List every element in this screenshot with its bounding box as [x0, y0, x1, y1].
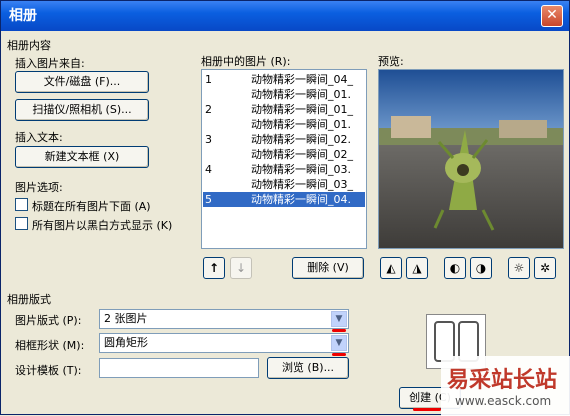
list-item-filename: 动物精彩一瞬间_01_ — [251, 103, 353, 116]
preview-label: 预览: — [378, 55, 404, 68]
black-white-label: 所有图片以黑白方式显示 (K) — [32, 219, 173, 232]
frame-shape-value: 圆角矩形 — [104, 336, 148, 349]
brightness-down-icon[interactable]: ✲ — [534, 257, 556, 279]
list-item-filename: 动物精彩一瞬间_04. — [251, 193, 351, 206]
watermark-url: www.easck.com — [455, 394, 552, 408]
move-down-button[interactable]: ↓ — [230, 257, 252, 279]
list-item-number: 5 — [205, 193, 212, 206]
list-item[interactable]: 5 动物精彩一瞬间_04. — [203, 192, 365, 207]
list-item-number: 1 — [205, 73, 212, 86]
album-content-group-label: 相册内容 — [7, 39, 51, 52]
insert-text-label: 插入文本: — [15, 131, 63, 144]
red-annotation-mark — [332, 353, 346, 356]
contrast-up-icon[interactable]: ◐ — [444, 257, 466, 279]
list-item-number: 3 — [205, 133, 212, 146]
new-textbox-button[interactable]: 新建文本框 (X) — [15, 146, 149, 168]
watermark-title: 易采站长站 — [447, 367, 558, 393]
browse-button[interactable]: 浏览 (B)... — [267, 357, 349, 379]
preview-pane — [378, 69, 564, 249]
picture-layout-value: 2 张图片 — [104, 312, 148, 325]
list-item[interactable]: 4 动物精彩一瞬间_03. — [203, 162, 365, 177]
rotate-right-icon[interactable]: ◮ — [406, 257, 428, 279]
picture-layout-label: 图片版式 (P): — [15, 314, 82, 327]
chevron-down-icon[interactable]: ▼ — [331, 335, 347, 351]
caption-below-checkbox[interactable] — [15, 198, 28, 211]
title-bar: 相册 — [1, 1, 569, 31]
preview-image — [379, 70, 563, 248]
design-template-label: 设计模板 (T): — [15, 364, 82, 377]
watermark: 易采站长站 www.easck.com — [441, 356, 570, 416]
caption-below-label: 标题在所有图片下面 (A) — [32, 200, 151, 213]
list-item-filename: 动物精彩一瞬间_01. — [251, 88, 351, 101]
list-item[interactable]: 动物精彩一瞬间_02_ — [203, 147, 365, 162]
brightness-up-icon[interactable]: ☼ — [508, 257, 530, 279]
list-item-number: 2 — [205, 103, 212, 116]
list-item-filename: 动物精彩一瞬间_02. — [251, 133, 351, 146]
picture-options-label: 图片选项: — [15, 181, 63, 194]
delete-button[interactable]: 删除 (V) — [292, 257, 364, 279]
close-icon[interactable]: ✕ — [541, 5, 563, 27]
window-title: 相册 — [9, 8, 37, 24]
list-item[interactable]: 2 动物精彩一瞬间_01_ — [203, 102, 365, 117]
list-item[interactable]: 动物精彩一瞬间_03_ — [203, 177, 365, 192]
list-item-filename: 动物精彩一瞬间_01. — [251, 118, 351, 131]
rotate-left-icon[interactable]: ◭ — [380, 257, 402, 279]
frame-shape-select[interactable]: 圆角矩形 ▼ — [99, 333, 349, 353]
list-item[interactable]: 动物精彩一瞬间_01. — [203, 117, 365, 132]
list-item-filename: 动物精彩一瞬间_03_ — [251, 178, 353, 191]
contrast-down-icon[interactable]: ◑ — [470, 257, 492, 279]
list-item[interactable]: 3 动物精彩一瞬间_02. — [203, 132, 365, 147]
frame-shape-label: 相框形状 (M): — [15, 339, 85, 352]
insert-from-label: 插入图片来自: — [15, 57, 85, 70]
pictures-listbox[interactable]: 1 动物精彩一瞬间_04_ 动物精彩一瞬间_01. 2 动物精彩一瞬间_01_ 动物精彩一… — [201, 69, 367, 249]
black-white-checkbox[interactable] — [15, 217, 28, 230]
move-up-button[interactable]: ↑ — [203, 257, 225, 279]
list-item[interactable]: 1 动物精彩一瞬间_04_ — [203, 72, 365, 87]
list-item-filename: 动物精彩一瞬间_02_ — [251, 148, 353, 161]
chevron-down-icon[interactable]: ▼ — [331, 311, 347, 327]
design-template-field[interactable] — [99, 358, 259, 378]
picture-layout-select[interactable]: 2 张图片 ▼ — [99, 309, 349, 329]
album-layout-group-label: 相册版式 — [7, 293, 51, 306]
list-item-number: 4 — [205, 163, 212, 176]
list-item-filename: 动物精彩一瞬间_03. — [251, 163, 351, 176]
album-dialog: 相册 ✕ 相册内容 插入图片来自: 文件/磁盘 (F)... 扫描仪/照相机 (… — [0, 0, 570, 416]
red-annotation-mark — [332, 329, 346, 332]
list-item-filename: 动物精彩一瞬间_04_ — [251, 73, 353, 86]
pictures-list-label: 相册中的图片 (R): — [201, 55, 291, 68]
file-disk-button[interactable]: 文件/磁盘 (F)... — [15, 71, 149, 93]
red-annotation-mark — [413, 408, 441, 411]
scanner-camera-button[interactable]: 扫描仪/照相机 (S)... — [15, 99, 149, 121]
list-item[interactable]: 动物精彩一瞬间_01. — [203, 87, 365, 102]
